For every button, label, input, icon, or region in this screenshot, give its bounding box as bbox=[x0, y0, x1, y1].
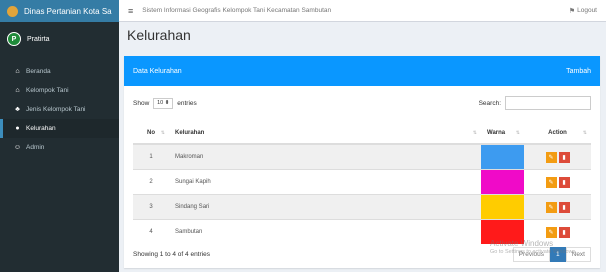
map-icon: ● bbox=[15, 125, 20, 132]
menu-toggle-icon[interactable]: ≡ bbox=[128, 6, 133, 16]
logout-link[interactable]: ⚑ Logout bbox=[569, 7, 597, 15]
entries-info: Showing 1 to 4 of 4 entries bbox=[133, 251, 210, 258]
delete-button[interactable]: ▮ bbox=[558, 151, 570, 163]
sidebar-item-admin[interactable]: ☺ Admin bbox=[0, 138, 119, 157]
data-box: Data Kelurahan Tambah Show 10 ⬍ entries … bbox=[124, 56, 600, 268]
color-swatch bbox=[481, 170, 524, 194]
color-swatch bbox=[481, 220, 524, 244]
cell-warna bbox=[481, 143, 524, 170]
length-control: Show 10 ⬍ entries bbox=[133, 97, 197, 109]
cell-warna bbox=[481, 169, 524, 195]
sidebar-item-label: Kelurahan bbox=[26, 125, 56, 132]
search-input[interactable] bbox=[505, 96, 591, 110]
edit-button[interactable]: ✎ bbox=[545, 226, 557, 238]
edit-button[interactable]: ✎ bbox=[545, 151, 557, 163]
sort-icon: ⇅ bbox=[160, 129, 165, 136]
sidebar: Dinas Pertanian Kota Sa P Pratirta ⌂ Ber… bbox=[0, 0, 119, 272]
previous-page-button[interactable]: Previous bbox=[512, 247, 550, 262]
next-page-button[interactable]: Next bbox=[565, 247, 591, 262]
column-header-warna[interactable]: Warna ⇅ bbox=[481, 122, 524, 145]
sort-icon: ⇅ bbox=[582, 129, 587, 136]
entries-label: entries bbox=[177, 99, 197, 107]
cell-action: ✎ ▮ bbox=[524, 169, 591, 195]
users-icon: ♣ bbox=[15, 106, 20, 113]
user-icon: ☺ bbox=[13, 144, 22, 151]
show-label: Show bbox=[133, 99, 150, 107]
search-label: Search: bbox=[478, 99, 501, 107]
brand-title: Dinas Pertanian Kota Sa bbox=[24, 6, 112, 16]
home-icon: ⌂ bbox=[15, 87, 20, 94]
sidebar-item-label: Kelompok Tani bbox=[26, 87, 69, 94]
table-row: 4 Sambutan ✎ ▮ bbox=[133, 219, 591, 244]
brand-logo-icon bbox=[7, 5, 18, 17]
cell-no: 1 bbox=[133, 143, 169, 170]
delete-button[interactable]: ▮ bbox=[558, 201, 570, 213]
cell-no: 4 bbox=[133, 219, 169, 244]
table-row: 2 Sungai Kapih ✎ ▮ bbox=[133, 169, 591, 195]
cell-no: 2 bbox=[133, 169, 169, 195]
edit-button[interactable]: ✎ bbox=[545, 176, 557, 188]
table-controls: Show 10 ⬍ entries Search: bbox=[124, 88, 600, 118]
edit-button[interactable]: ✎ bbox=[545, 201, 557, 213]
sidebar-item-label: Admin bbox=[26, 144, 45, 151]
avatar: P bbox=[7, 32, 21, 46]
column-header-action[interactable]: Action ⇅ bbox=[524, 122, 591, 145]
add-button[interactable]: Tambah bbox=[566, 68, 591, 75]
box-header: Data Kelurahan Tambah bbox=[124, 56, 600, 86]
sort-icon: ⇅ bbox=[472, 129, 477, 136]
cell-action: ✎ ▮ bbox=[524, 143, 591, 170]
cell-kelurahan: Sindang Sari bbox=[169, 194, 481, 220]
cell-no: 3 bbox=[133, 194, 169, 220]
color-swatch bbox=[481, 145, 524, 169]
delete-button[interactable]: ▮ bbox=[558, 226, 570, 238]
home-icon: ⌂ bbox=[15, 68, 20, 75]
cell-kelurahan: Makroman bbox=[169, 143, 481, 170]
sidebar-item-beranda[interactable]: ⌂ Beranda bbox=[0, 62, 119, 81]
brand-header[interactable]: Dinas Pertanian Kota Sa bbox=[0, 0, 119, 22]
sidebar-item-jenis-kelompok-tani[interactable]: ♣ Jenis Kelompok Tani bbox=[0, 100, 119, 119]
table-footer: Showing 1 to 4 of 4 entries Previous 1 N… bbox=[133, 247, 591, 262]
table-header-row: No ⇅ Kelurahan ⇅ Warna ⇅ Action ⇅ bbox=[133, 122, 591, 145]
entries-select[interactable]: 10 ⬍ bbox=[153, 97, 174, 109]
sidebar-item-kelurahan[interactable]: ● Kelurahan bbox=[0, 119, 119, 138]
sidebar-item-kelompok-tani[interactable]: ⌂ Kelompok Tani bbox=[0, 81, 119, 100]
table-row: 3 Sindang Sari ✎ ▮ bbox=[133, 194, 591, 220]
page-title: Kelurahan bbox=[127, 27, 191, 43]
search-control: Search: bbox=[479, 96, 591, 110]
cell-warna bbox=[481, 194, 524, 220]
user-name: Pratirta bbox=[27, 35, 50, 43]
sidebar-item-label: Jenis Kelompok Tani bbox=[26, 106, 86, 113]
page-1-button[interactable]: 1 bbox=[550, 247, 566, 262]
column-header-no[interactable]: No ⇅ bbox=[133, 122, 169, 145]
cell-kelurahan: Sambutan bbox=[169, 219, 481, 244]
sort-icon: ⇅ bbox=[515, 129, 520, 136]
cell-kelurahan: Sungai Kapih bbox=[169, 169, 481, 195]
delete-button[interactable]: ▮ bbox=[558, 176, 570, 188]
kelurahan-table: No ⇅ Kelurahan ⇅ Warna ⇅ Action ⇅ 1 Makroman… bbox=[133, 122, 591, 244]
sidebar-menu: ⌂ Beranda ⌂ Kelompok Tani ♣ Jenis Kelomp… bbox=[0, 62, 119, 157]
column-header-kelurahan[interactable]: Kelurahan ⇅ bbox=[169, 122, 481, 145]
color-swatch bbox=[481, 195, 524, 219]
cell-action: ✎ ▮ bbox=[524, 219, 591, 244]
logout-icon: ⚑ bbox=[568, 7, 576, 15]
pagination: Previous 1 Next bbox=[512, 247, 591, 262]
cell-action: ✎ ▮ bbox=[524, 194, 591, 220]
box-title: Data Kelurahan bbox=[133, 67, 182, 75]
entries-select-value: 10 bbox=[157, 100, 164, 106]
logout-label: Logout bbox=[577, 7, 597, 14]
app-title: Sistem Informasi Geografis Kelompok Tani… bbox=[142, 7, 332, 14]
sidebar-item-label: Beranda bbox=[26, 68, 51, 75]
table-row: 1 Makroman ✎ ▮ bbox=[133, 143, 591, 170]
top-navbar: ≡ Sistem Informasi Geografis Kelompok Ta… bbox=[119, 0, 606, 22]
cell-warna bbox=[481, 219, 524, 244]
user-panel: P Pratirta bbox=[0, 22, 119, 56]
